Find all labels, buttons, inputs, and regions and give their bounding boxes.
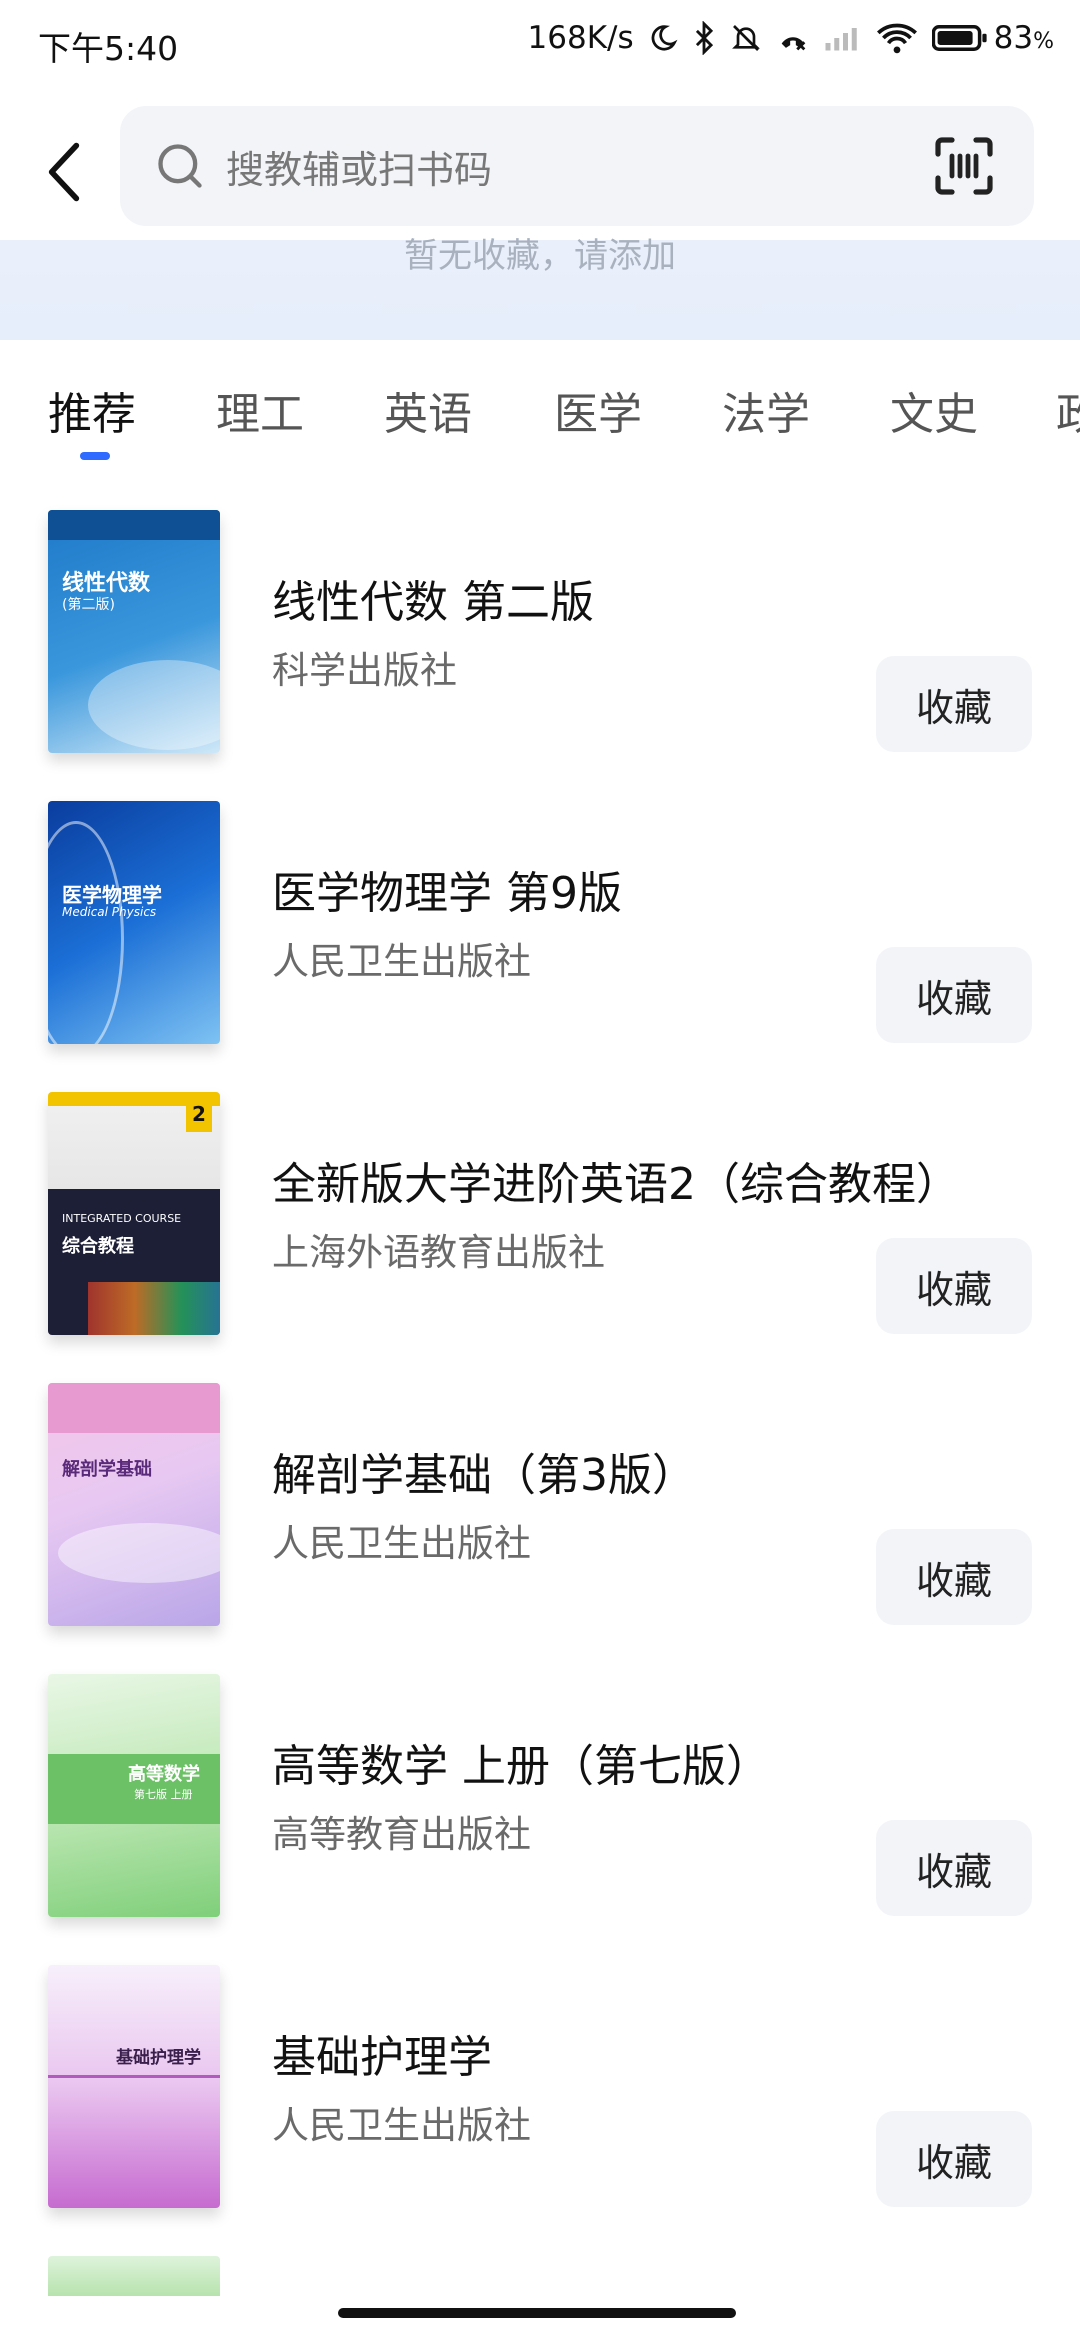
tab-recommend[interactable]: 推荐 [48, 378, 136, 442]
search-input[interactable]: 搜教辅或扫书码 [120, 106, 1034, 226]
battery: 83% [931, 20, 1054, 56]
network-speed: 168K/s [527, 20, 634, 56]
wifi-icon [876, 23, 917, 54]
search-placeholder: 搜教辅或扫书码 [226, 147, 493, 192]
book-title: 全新版大学进阶英语2（综合教程） [272, 1159, 960, 1210]
book-title: 解剖学基础（第3版） [272, 1450, 696, 1501]
favorite-button[interactable]: 收藏 [876, 2111, 1032, 2207]
favorite-button[interactable]: 收藏 [876, 1529, 1032, 1625]
header: 搜教辅或扫书码 [0, 92, 1080, 242]
book-cover-partial[interactable] [48, 2256, 220, 2296]
cover-subtitle: 第七版 上册 [134, 1788, 193, 1801]
back-arrow-icon [48, 142, 80, 202]
book-item[interactable]: 高等数学 第七版 上册 高等数学 上册（第七版） 高等教育出版社 收藏 [0, 1674, 1080, 1964]
cover-title: 解剖学基础 [62, 1459, 152, 1480]
book-publisher: 上海外语教育出版社 [272, 1231, 605, 1274]
battery-unit: % [1033, 29, 1054, 54]
book-item[interactable]: 医学物理学 Medical Physics 医学物理学 第9版 人民卫生出版社 … [0, 801, 1080, 1091]
favorites-empty-text: 暂无收藏，请添加 [404, 236, 676, 276]
book-title: 基础护理学 [272, 2032, 492, 2083]
favorite-button[interactable]: 收藏 [876, 1820, 1032, 1916]
book-publisher: 高等教育出版社 [272, 1813, 531, 1856]
status-bar: 下午5:40 168K/s 83% [0, 0, 1080, 92]
tab-politics[interactable]: 政 [1056, 378, 1080, 442]
search-icon [158, 144, 202, 188]
book-cover: 高等数学 第七版 上册 [48, 1674, 220, 1917]
cover-subtitle: INTEGRATED COURSE [62, 1212, 182, 1225]
battery-icon [931, 25, 987, 51]
home-indicator[interactable] [338, 2308, 736, 2318]
book-cover: 线性代数 (第二版) [48, 510, 220, 753]
book-title: 线性代数 第二版 [272, 577, 594, 628]
book-cover: 医学物理学 Medical Physics [48, 801, 220, 1044]
book-item[interactable]: 2 INTEGRATED COURSE 综合教程 全新版大学进阶英语2（综合教程… [0, 1092, 1080, 1382]
cover-title: 综合教程 [62, 1236, 134, 1257]
status-icons: 168K/s 83% [528, 20, 1054, 56]
book-publisher: 人民卫生出版社 [272, 1522, 531, 1565]
status-time: 下午5:40 [38, 29, 179, 68]
moon-icon [651, 25, 678, 51]
book-title: 高等数学 上册（第七版） [272, 1741, 770, 1792]
tab-medicine[interactable]: 医学 [554, 378, 642, 442]
book-publisher: 科学出版社 [272, 649, 457, 692]
cover-title: 高等数学 [128, 1764, 200, 1785]
favorite-button[interactable]: 收藏 [876, 656, 1032, 752]
cover-title: 线性代数 [62, 571, 151, 596]
category-tabs: 推荐 理工 英语 医学 法学 文史 政 [0, 340, 1080, 470]
book-cover: 解剖学基础 [48, 1383, 220, 1626]
tab-humanities[interactable]: 文史 [890, 378, 978, 442]
signal-icon [825, 28, 857, 51]
back-button[interactable] [36, 137, 92, 207]
favorites-panel: 暂无收藏，请添加 [0, 236, 1080, 340]
active-tab-indicator [80, 452, 110, 460]
cover-title: 基础护理学 [116, 2048, 201, 2068]
book-cover: 2 INTEGRATED COURSE 综合教程 [48, 1092, 220, 1335]
mute-bell-icon [731, 25, 760, 51]
favorite-button[interactable]: 收藏 [876, 1238, 1032, 1334]
favorite-button[interactable]: 收藏 [876, 947, 1032, 1043]
scan-barcode-icon[interactable] [932, 134, 996, 198]
book-item[interactable]: 解剖学基础 解剖学基础（第3版） 人民卫生出版社 收藏 [0, 1383, 1080, 1673]
call-icon [781, 37, 805, 51]
cover-subtitle: (第二版) [62, 597, 115, 613]
book-cover: 基础护理学 [48, 1965, 220, 2208]
book-item[interactable]: 基础护理学 基础护理学 人民卫生出版社 收藏 [0, 1965, 1080, 2255]
book-publisher: 人民卫生出版社 [272, 2104, 531, 2147]
book-title: 医学物理学 第9版 [272, 868, 622, 919]
tab-law[interactable]: 法学 [722, 378, 810, 442]
battery-level: 83 [993, 20, 1034, 56]
tab-science-engineering[interactable]: 理工 [216, 378, 304, 442]
tab-english[interactable]: 英语 [384, 378, 472, 442]
book-item[interactable]: 线性代数 (第二版) 线性代数 第二版 科学出版社 收藏 [0, 510, 1080, 800]
book-publisher: 人民卫生出版社 [272, 940, 531, 983]
bluetooth-icon [695, 21, 713, 55]
